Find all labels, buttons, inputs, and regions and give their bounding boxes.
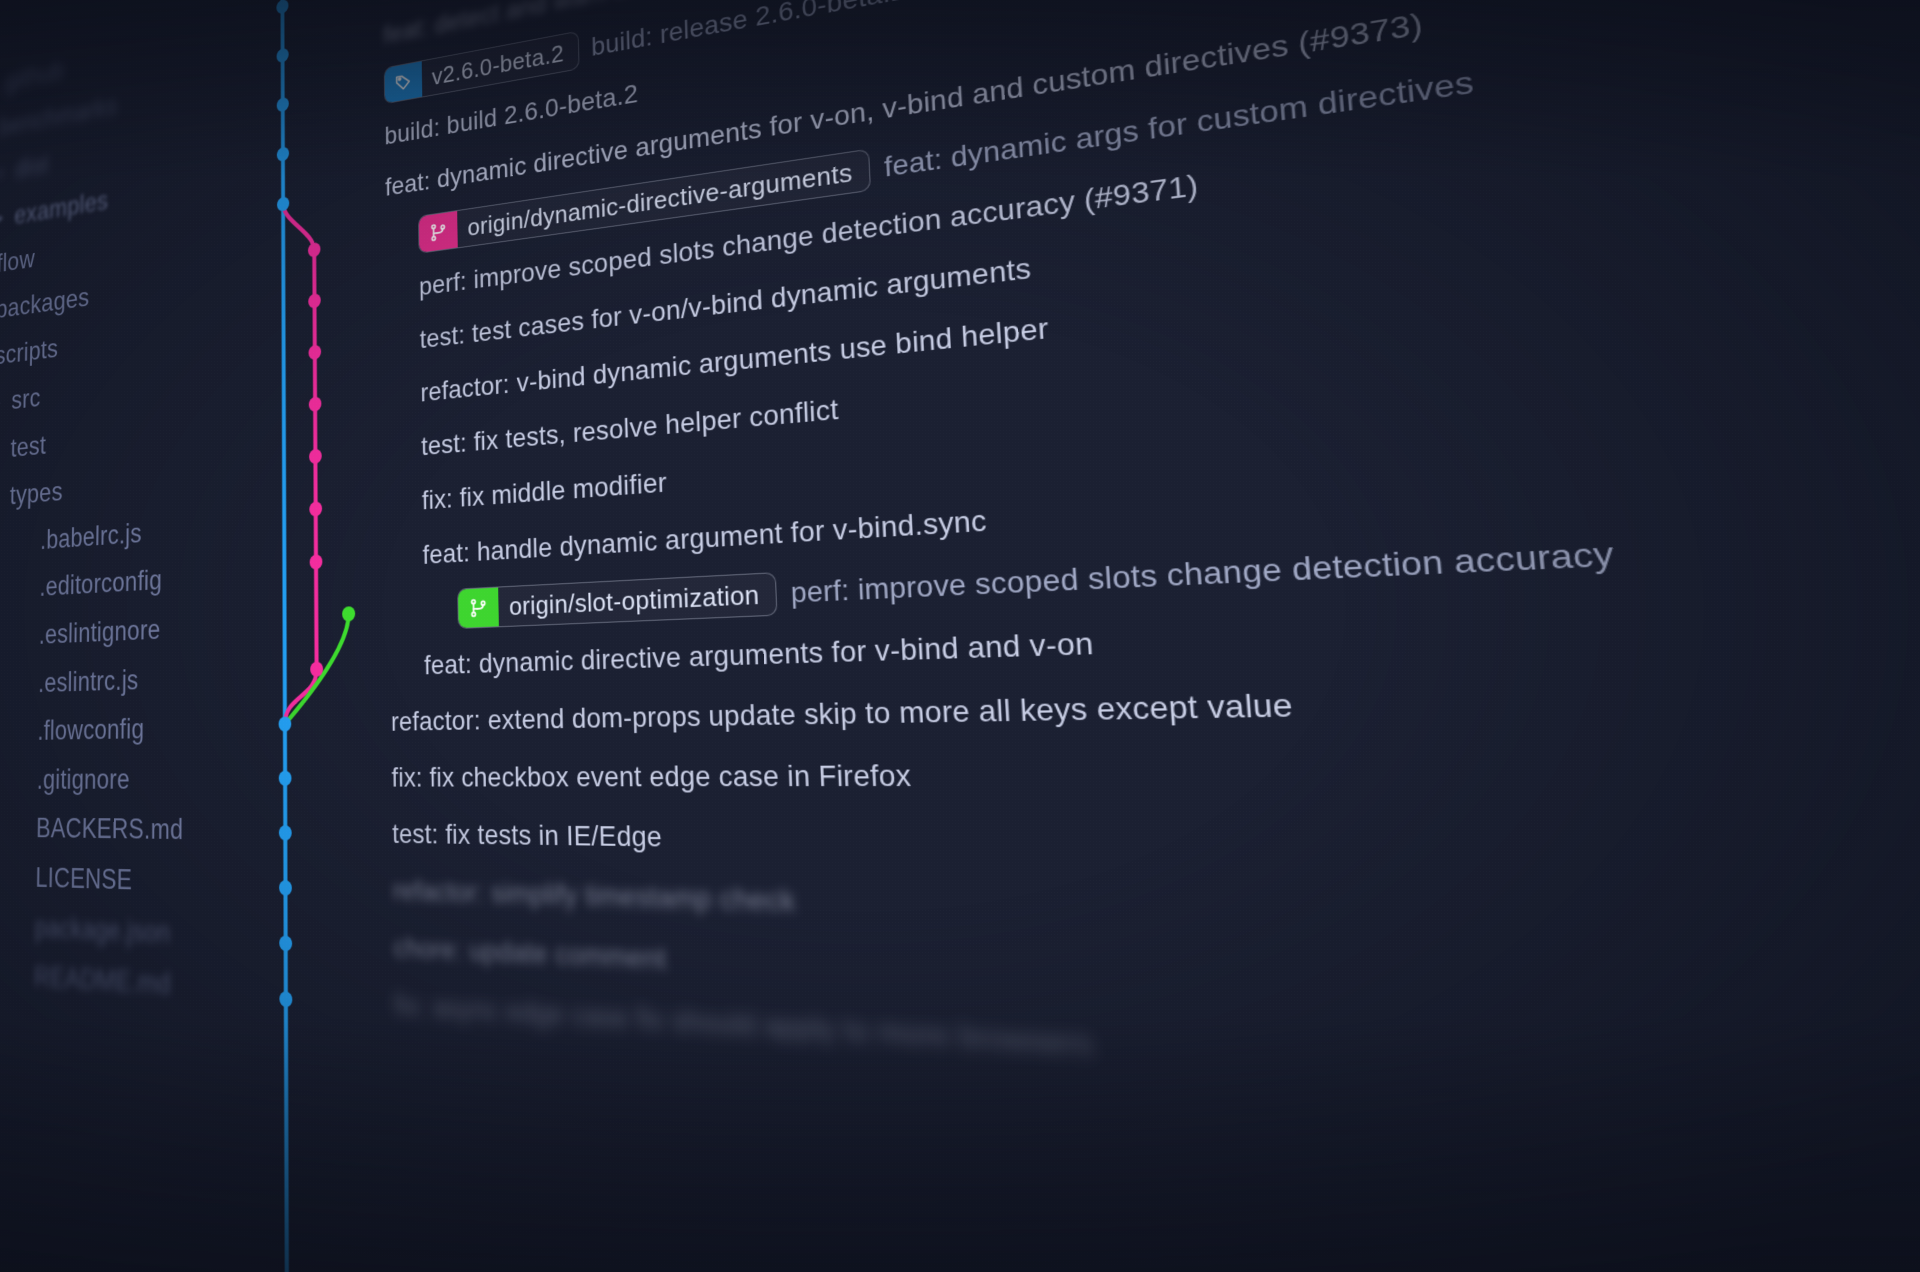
commit-row[interactable]: fix: fix checkbox event edge case in Fir…: [391, 737, 1639, 811]
chevron-right-icon: ▸: [0, 437, 2, 462]
commit-message: feat: dynamic directive arguments for v-…: [424, 628, 1094, 679]
tree-item-label: .gitignore: [37, 757, 130, 802]
commit-list: build: build 2.6.0-beta.3build: fix feat…: [382, 0, 1669, 1115]
tree-item-label: README.md: [34, 955, 171, 1008]
tree-item-label: dist: [15, 143, 49, 190]
chevron-right-icon: ▸: [0, 205, 5, 229]
commit-history-panel: build: build 2.6.0-beta.3build: fix feat…: [238, 0, 1920, 1272]
file-tree-file[interactable]: BACKERS.md: [0, 804, 238, 857]
branch-label: origin/slot-optimization: [498, 580, 776, 619]
tree-item-label: test: [10, 423, 46, 469]
tree-item-label: .babelrc.js: [40, 512, 142, 562]
tree-item-label: .editorconfig: [39, 559, 162, 609]
commit-message: fix: fix checkbox event edge case in Fir…: [391, 761, 911, 792]
chevron-right-icon: ▸: [0, 390, 2, 415]
file-tree-file[interactable]: LICENSE: [0, 852, 238, 909]
tree-item-label: types: [9, 469, 63, 517]
commit-message: refactor: extend dom-props update skip t…: [391, 689, 1294, 735]
file-tree-file[interactable]: .flowconfig: [0, 702, 238, 756]
tree-item-label: package.json: [34, 905, 170, 956]
chevron-right-icon: ▸: [0, 484, 1, 509]
file-tree-file[interactable]: .gitignore: [0, 753, 238, 804]
commit-message: chore: update comment: [393, 934, 666, 974]
tree-item-label: .flowconfig: [37, 707, 144, 753]
git-branch-icon: [458, 588, 499, 628]
commit-message: refactor: simplify timestamp check: [393, 877, 796, 916]
tree-item-label: .eslintrc.js: [38, 658, 139, 705]
tree-item-label: flow: [0, 237, 35, 284]
branch-badge[interactable]: origin/slot-optimization: [457, 572, 777, 629]
commit-message: fix: fix middle modifier: [422, 469, 667, 514]
tree-item-label: src: [11, 376, 41, 422]
tree-item-label: LICENSE: [35, 856, 132, 903]
tag-icon: [385, 61, 423, 103]
tree-item-label: scripts: [0, 327, 58, 377]
commit-message: test: fix tests in IE/Edge: [392, 820, 662, 851]
chevron-right-icon: ▸: [0, 160, 6, 184]
git-branch-icon: [419, 211, 458, 253]
file-tree: ▸.github▸benchmarks▸dist▸examples▸flow▸p…: [0, 0, 238, 1272]
file-tree-file[interactable]: .eslintrc.js: [0, 651, 238, 708]
tree-item-label: .eslintignore: [39, 608, 161, 657]
tree-item-label: BACKERS.md: [36, 807, 184, 853]
